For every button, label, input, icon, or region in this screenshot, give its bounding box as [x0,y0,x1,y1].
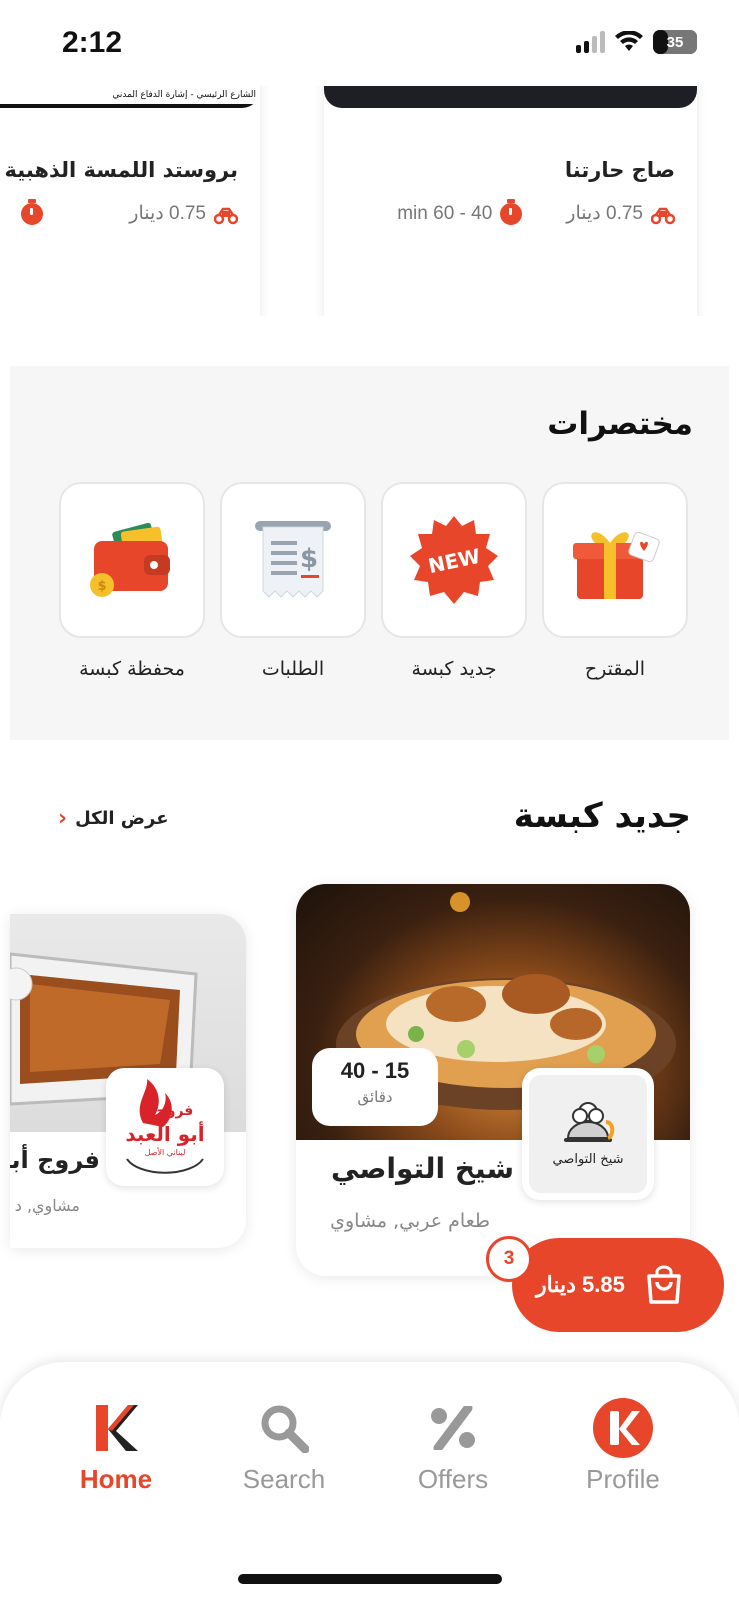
view-all-label: عرض الكل [75,808,169,829]
restaurant-name: شيخ التواصي [331,1152,514,1185]
timer-icon [21,198,44,225]
restaurant-meta: 0.75 دينار min 60 - 40 [397,198,675,225]
shortcut-tile[interactable]: NEW [381,482,527,638]
shortcut-label: الطلبات [261,658,325,680]
home-indicator [238,1574,502,1584]
restaurant-logo: شيخ التواصي [522,1068,654,1200]
status-bar: 2:12 35 [0,0,739,86]
logo-line3: لبناني الأصل [145,1147,186,1157]
shortcut-label: جديد كبسة [411,658,497,680]
restaurant-category: مشاوي, د [14,1196,80,1215]
restaurant-banner: الشارع الرئيسي - إشارة الدفاع المدني [0,86,260,104]
shortcuts-title: مختصرات [547,406,693,442]
nav-label: Offers [417,1464,489,1494]
top-restaurant-carousel[interactable]: صاج حارتنا 0.75 دينار min 60 - 40 الشارع… [0,86,739,316]
delivery-eta: min 60 - 40 [397,202,493,224]
restaurant-name: صاج حارتنا [564,158,675,182]
shortcut-orders[interactable]: $ الطلبات [220,482,366,680]
cart-amount: 5.85 دينار [536,1272,625,1297]
shortcut-new[interactable]: NEW جديد كبسة [381,482,527,680]
restaurant-card[interactable]: 40 - 15 دقائق شيخ التواصي شيخ التواصي طع… [296,884,690,1276]
eta-badge: 40 - 15 دقائق [312,1048,438,1126]
new-badge-icon: NEW [410,516,498,604]
search-icon [261,1405,309,1453]
battery-level: 35 [666,33,684,51]
wallet-icon: $ [90,522,170,597]
delivery-scooter-icon [651,207,675,224]
nav-search[interactable]: Search [214,1398,354,1495]
restaurant-logo: فروج أبو العبد لبناني الأصل [106,1068,224,1186]
percent-icon [431,1406,475,1450]
gift-icon [573,531,660,599]
view-all-link[interactable]: عرض الكل ‹ [58,806,169,831]
svg-text:$: $ [300,544,318,574]
shortcut-suggested[interactable]: المقترح [542,482,688,680]
shortcut-wallet[interactable]: $ محفظة كبسة [59,482,205,680]
nav-label: Search [242,1464,326,1494]
shopping-bag-icon [647,1265,681,1304]
shortcut-tile[interactable] [542,482,688,638]
chevron-left-icon: ‹ [58,806,68,831]
nav-profile[interactable]: Profile [553,1398,693,1495]
eta-range: 40 - 15 [340,1058,410,1083]
cart-button[interactable]: 5.85 دينار [512,1238,724,1332]
section-title: جديد كبسة [513,796,691,836]
restaurant-name: فروج أبو العبد [10,1146,100,1174]
bottom-navigation: Home Search Offers Profile [0,1362,739,1600]
restaurant-name: بروستد اللمسة الذهبية [4,158,238,182]
nav-label: Profile [586,1464,660,1494]
shortcuts-section: مختصرات المقترح NEW جديد كبسة $ الطلبات … [10,366,729,740]
restaurant-category: طعام عربي, مشاوي [330,1210,490,1232]
delivery-fee: 0.75 دينار [566,203,643,224]
logo-line2: أبو العبد [125,1120,204,1146]
logo-text: شيخ التواصي [552,1151,624,1167]
shortcut-label: المقترح [584,658,646,680]
shortcut-tile[interactable]: $ [59,482,205,638]
delivery-fee: 0.75 دينار [129,203,206,224]
profile-k-icon [593,1398,653,1458]
shortcut-tile[interactable]: $ [220,482,366,638]
status-time: 2:12 [62,26,123,59]
receipt-icon: $ [255,521,331,598]
nav-offers[interactable]: Offers [383,1398,523,1495]
svg-text:$: $ [97,579,106,594]
chef-logo-icon [564,1101,615,1142]
restaurant-image: الشارع الرئيسي - إشارة الدفاع المدني [0,86,260,108]
abu-alabed-logo: فروج أبو العبد لبناني الأصل [125,1079,205,1174]
wifi-icon [615,31,643,51]
logo-line1: فروج [157,1103,194,1119]
restaurant-card[interactable]: صاج حارتنا 0.75 دينار min 60 - 40 [324,86,697,316]
nav-home[interactable]: Home [46,1398,186,1495]
nav-label: Home [79,1464,153,1494]
restaurant-image [324,86,697,108]
status-icons: 35 [576,30,697,54]
home-k-logo-icon [96,1405,138,1451]
restaurant-card[interactable]: الشارع الرئيسي - إشارة الدفاع المدني برو… [0,86,260,316]
restaurant-card[interactable]: فروج أبو العبد لبناني الأصل فروج أبو الع… [10,914,246,1248]
delivery-scooter-icon [214,207,238,224]
eta-unit: دقائق [357,1088,393,1106]
cart-count-badge: 3 [486,1236,532,1282]
shortcut-label: محفظة كبسة [79,658,185,680]
cellular-signal-icon [576,31,605,53]
restaurant-meta: 0.75 دينار [21,198,238,225]
timer-icon [500,198,523,225]
battery-icon: 35 [653,30,697,54]
